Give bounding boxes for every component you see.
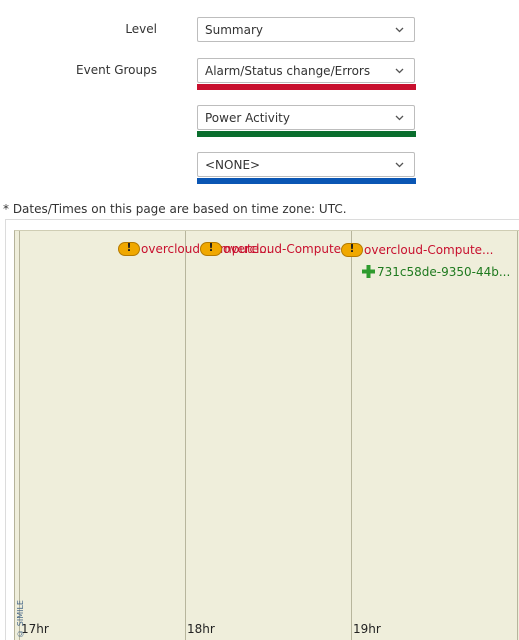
warning-icon: ! (118, 241, 140, 256)
event-group-color-bar-power (197, 131, 416, 137)
level-select-value: Summary (205, 23, 263, 37)
level-select[interactable]: Summary (197, 17, 415, 42)
warning-icon: ! (341, 242, 363, 257)
event-group-value-alarm: Alarm/Status change/Errors (205, 64, 371, 78)
event-group-value-none: <NONE> (205, 158, 261, 172)
timeline-gridline (517, 231, 518, 640)
warning-icon: ! (200, 241, 222, 256)
timeline-gridline (185, 231, 186, 640)
event-group-select-alarm[interactable]: Alarm/Status change/Errors (197, 58, 415, 83)
chevron-down-icon (395, 162, 404, 168)
level-label: Level (125, 22, 157, 36)
timeline-band[interactable]: 17hr 18hr 19hr ! overcloud-Compute... ! … (14, 230, 519, 640)
timeline-event-label[interactable]: overcloud-Compute... (364, 243, 494, 257)
event-group-color-bar-alarm (197, 84, 416, 90)
event-group-select-none[interactable]: <NONE> (197, 152, 415, 177)
timeline-tick-label: 19hr (353, 622, 381, 636)
chevron-down-icon (395, 115, 404, 121)
timeline-tick-label: 18hr (187, 622, 215, 636)
timeline-event-label[interactable]: overcloud-Compute... (223, 242, 353, 256)
event-group-color-bar-none (197, 178, 416, 184)
simile-copyright: © SIMILE (16, 600, 25, 638)
plus-icon (362, 265, 375, 278)
event-group-select-power[interactable]: Power Activity (197, 105, 415, 130)
timeline-event-label[interactable]: 731c58de-9350-44b... (377, 265, 510, 279)
timeline-gridline (19, 231, 20, 640)
event-group-value-power: Power Activity (205, 111, 290, 125)
chevron-down-icon (395, 68, 404, 74)
timezone-note: * Dates/Times on this page are based on … (3, 202, 347, 216)
chevron-down-icon (395, 27, 404, 33)
event-groups-label: Event Groups (76, 63, 157, 77)
timeline-gridline (351, 231, 352, 640)
